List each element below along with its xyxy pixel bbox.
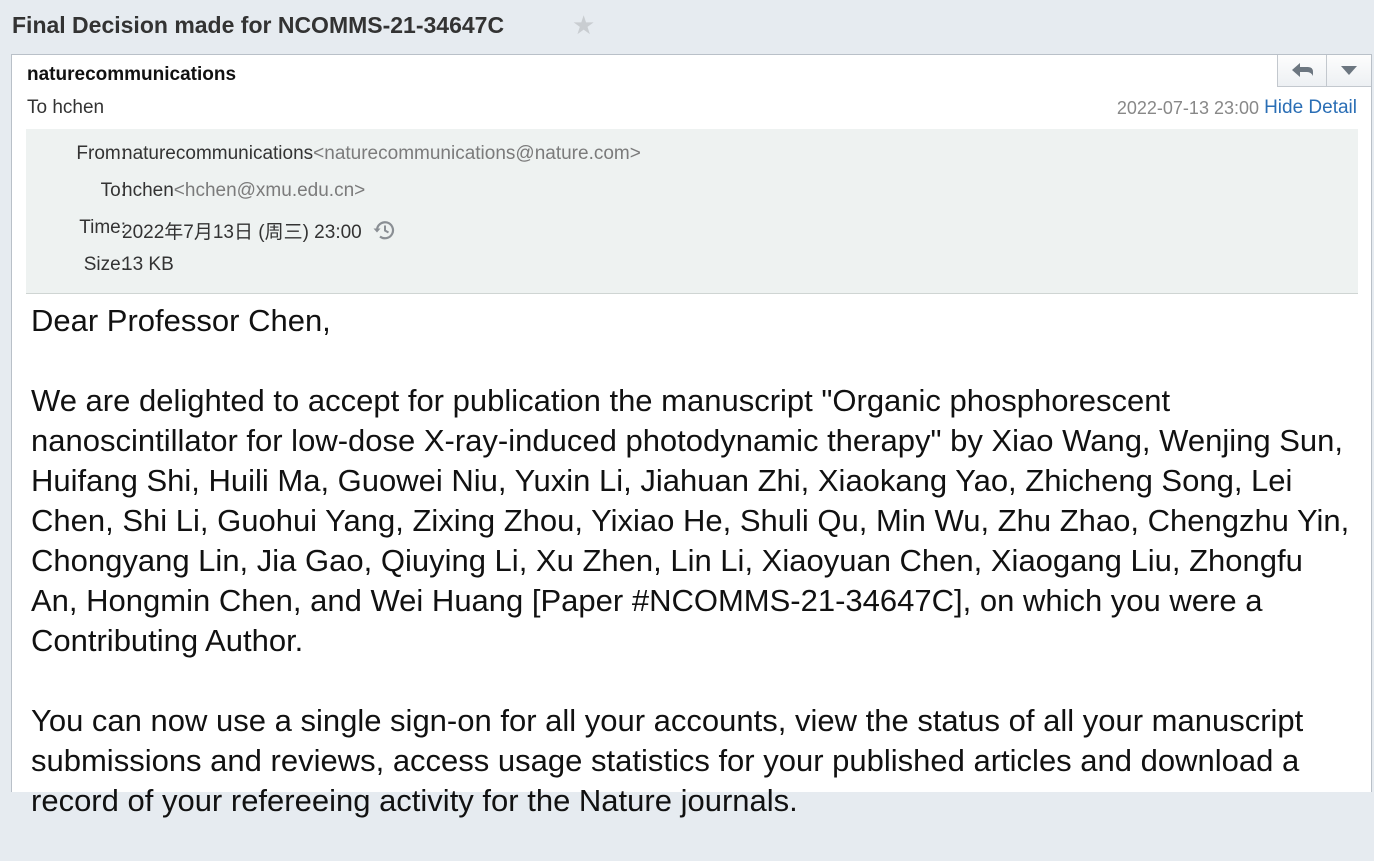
- star-icon[interactable]: ★: [572, 10, 595, 41]
- size-label: Size:: [83, 254, 126, 275]
- history-icon[interactable]: [372, 219, 396, 247]
- time-label: Time:: [79, 217, 126, 238]
- from-name[interactable]: naturecommunications: [122, 143, 313, 164]
- chevron-down-icon: [1341, 66, 1357, 75]
- email-subject: Final Decision made for NCOMMS-21-34647C: [12, 12, 505, 38]
- action-button-group: [1277, 55, 1371, 87]
- email-body: Dear Professor Chen, We are delighted to…: [31, 301, 1351, 861]
- recipient-summary: To hchen: [27, 97, 105, 118]
- time-value: 2022年7月13日 (周三) 23:00: [122, 217, 396, 247]
- to-address: <hchen@xmu.edu.cn>: [173, 180, 366, 201]
- sender-name: naturecommunications: [27, 64, 237, 85]
- body-paragraph-2: You can now use a single sign-on for all…: [31, 703, 1304, 818]
- to-name[interactable]: hchen: [122, 180, 174, 201]
- from-value: naturecommunications<naturecommunication…: [122, 143, 641, 165]
- to-value: hchen<hchen@xmu.edu.cn>: [122, 180, 365, 202]
- more-actions-button[interactable]: [1327, 55, 1371, 86]
- from-label: From:: [76, 143, 126, 164]
- email-panel: naturecommunications To hchen 2022-07-13…: [11, 54, 1372, 818]
- subject-bar: Final Decision made for NCOMMS-21-34647C…: [0, 0, 1374, 54]
- reply-icon: [1292, 63, 1313, 77]
- body-paragraph-1: We are delighted to accept for publicati…: [31, 383, 1350, 658]
- time-text: 2022年7月13日 (周三) 23:00: [122, 222, 362, 243]
- detail-panel: From: naturecommunications<naturecommuni…: [26, 129, 1358, 294]
- from-address: <naturecommunications@nature.com>: [313, 143, 641, 164]
- reply-button[interactable]: [1278, 55, 1327, 86]
- body-greeting: Dear Professor Chen,: [31, 303, 331, 338]
- email-date: 2022-07-13 23:00: [1116, 98, 1259, 118]
- size-value: 13 KB: [122, 254, 174, 275]
- hide-detail-link[interactable]: Hide Detail: [1264, 97, 1357, 119]
- to-label: To:: [100, 180, 126, 201]
